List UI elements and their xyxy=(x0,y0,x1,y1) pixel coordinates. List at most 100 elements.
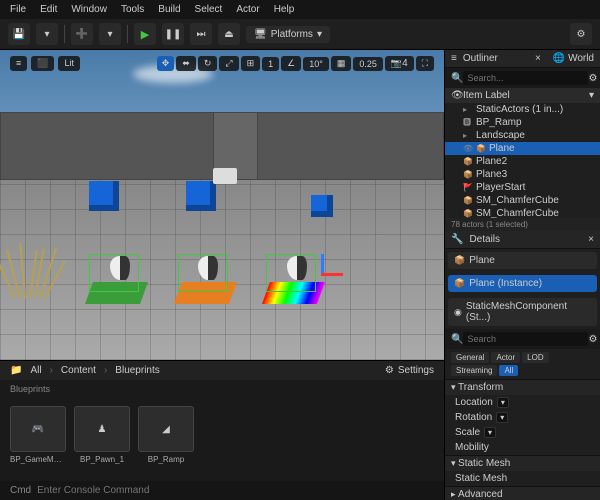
gear-icon[interactable]: ⚙ xyxy=(588,71,597,85)
transform-gizmo[interactable] xyxy=(307,256,337,286)
outliner-item[interactable]: 🅱BP_Ramp xyxy=(445,116,600,129)
angle-snap-value[interactable]: 10° xyxy=(303,57,329,71)
details-instance-row[interactable]: 📦 Plane (Instance) xyxy=(448,275,597,292)
outliner-item[interactable]: 📦Plane3 xyxy=(445,168,600,181)
viewport[interactable]: ≡ ⬛ Lit ✥ ⬌ ↻ ⤢ ⊞ 1 ∠ 10° ▦ 0.25 xyxy=(0,50,444,360)
filter-actor[interactable]: Actor xyxy=(491,352,520,363)
viewport-viewmode-button[interactable]: Lit xyxy=(58,56,80,71)
camera-speed-button[interactable]: 📷4 xyxy=(385,56,414,71)
outliner-icon: ≡ xyxy=(451,53,457,64)
close-icon[interactable]: × xyxy=(588,234,594,245)
asset-name: BP_Pawn_1 xyxy=(74,455,130,464)
rotation-dropdown[interactable]: ▾ xyxy=(496,412,508,423)
outliner-item[interactable]: 🚩PlayerStart xyxy=(445,181,600,194)
modes-button[interactable]: ▾ xyxy=(36,23,58,45)
rotate-tool-button[interactable]: ↻ xyxy=(198,56,218,71)
select-tool-button[interactable]: ✥ xyxy=(157,56,175,71)
play-button[interactable]: ▶ xyxy=(134,23,156,45)
prop-mobility: Mobility xyxy=(455,442,489,453)
details-header: 🔧 Details × xyxy=(445,231,600,249)
add-content-button[interactable]: ➕ xyxy=(71,23,93,45)
folder-label: Blueprints xyxy=(0,380,444,398)
menu-edit[interactable]: Edit xyxy=(40,4,57,15)
outliner-item[interactable]: ▸StaticActors (1 in...) xyxy=(445,103,600,116)
skip-button[interactable]: ⏭ xyxy=(190,23,212,45)
content-settings-button[interactable]: ⚙ Settings xyxy=(385,365,434,376)
section-static-mesh[interactable]: ▾ Static Mesh xyxy=(445,455,600,471)
menu-file[interactable]: File xyxy=(10,4,26,15)
pause-button[interactable]: ❚❚ xyxy=(162,23,184,45)
console-prefix: Cmd xyxy=(10,485,31,496)
angle-snap-toggle[interactable]: ∠ xyxy=(281,56,301,71)
blueprint-icon: 🎮 xyxy=(10,406,66,452)
scale-dropdown[interactable]: ▾ xyxy=(484,427,496,438)
asset-thumbnail[interactable]: 🎮 BP_GameMode_1 xyxy=(10,406,66,464)
outliner-column-label[interactable]: Item Label xyxy=(463,90,510,101)
close-icon[interactable]: × xyxy=(535,53,541,64)
scale-tool-button[interactable]: ⤢ xyxy=(219,56,238,71)
location-dropdown[interactable]: ▾ xyxy=(497,397,509,408)
outliner-item[interactable]: 📦SM_ChamferCube xyxy=(445,194,600,207)
asset-name: BP_Ramp xyxy=(138,455,194,464)
menu-tools[interactable]: Tools xyxy=(121,4,144,15)
filter-lod[interactable]: LOD xyxy=(522,352,548,363)
breadcrumb: 📁 All › Content › Blueprints ⚙ Settings xyxy=(0,361,444,380)
details-actor-name[interactable]: 📦 Plane xyxy=(448,252,597,269)
outliner-item[interactable]: ▸Landscape xyxy=(445,129,600,142)
platforms-label: Platforms xyxy=(271,29,313,40)
grid-snap-toggle[interactable]: ⊞ xyxy=(241,56,261,71)
section-advanced[interactable]: ▸ Advanced xyxy=(445,486,600,500)
details-search-input[interactable] xyxy=(463,332,588,346)
translate-tool-button[interactable]: ⬌ xyxy=(176,56,196,71)
main-toolbar: 💾 ▾ ➕ ▾ ▶ ❚❚ ⏭ ⏏ 🖥 Platforms ▾ ⚙ xyxy=(0,19,600,50)
prop-static-mesh: Static Mesh xyxy=(455,473,507,484)
console-input[interactable] xyxy=(37,485,434,496)
outliner-header: ≡ Outliner × 🌐 World xyxy=(445,50,600,68)
scale-snap-toggle[interactable]: ▦ xyxy=(331,56,352,71)
filter-all[interactable]: All xyxy=(499,365,518,376)
prop-scale: Scale xyxy=(455,427,480,438)
breadcrumb-root[interactable]: 📁 xyxy=(10,365,22,376)
breadcrumb-item[interactable]: Content xyxy=(61,365,96,376)
breadcrumb-item[interactable]: Blueprints xyxy=(115,365,159,376)
pawn-icon xyxy=(284,256,310,286)
details-component-row[interactable]: ◉ StaticMeshComponent (St...) xyxy=(448,298,597,326)
save-button[interactable]: 💾 xyxy=(8,23,30,45)
scale-snap-value[interactable]: 0.25 xyxy=(353,57,383,71)
scene-cube xyxy=(186,181,216,211)
outliner-item-selected[interactable]: 👁📦Plane xyxy=(445,142,600,155)
menu-actor[interactable]: Actor xyxy=(236,4,259,15)
filter-streaming[interactable]: Streaming xyxy=(451,365,497,376)
asset-thumbnail[interactable]: ♟ BP_Pawn_1 xyxy=(74,406,130,464)
menu-build[interactable]: Build xyxy=(158,4,180,15)
outliner-item[interactable]: 📦SM_ChamferCube xyxy=(445,207,600,218)
eject-button[interactable]: ⏏ xyxy=(218,23,240,45)
outliner-search-input[interactable] xyxy=(463,71,588,85)
menu-help[interactable]: Help xyxy=(274,4,295,15)
grid-snap-value[interactable]: 1 xyxy=(262,57,279,71)
scene-cube xyxy=(89,181,119,211)
section-transform[interactable]: ▾ Transform xyxy=(445,379,600,395)
camera-actor-icon xyxy=(213,168,237,184)
asset-thumbnail[interactable]: ◢ BP_Ramp xyxy=(138,406,194,464)
details-icon: 🔧 xyxy=(451,234,463,245)
content-browser: 📁 All › Content › Blueprints ⚙ Settings … xyxy=(0,360,444,500)
marketplace-button[interactable]: ▾ xyxy=(99,23,121,45)
search-icon: 🔍 xyxy=(451,71,463,85)
viewport-perspective-button[interactable]: ⬛ xyxy=(31,56,54,71)
viewport-maximize-button[interactable]: ⛶ xyxy=(416,56,434,71)
gear-icon: ⚙ xyxy=(385,365,394,376)
viewport-menu-button[interactable]: ≡ xyxy=(10,56,27,71)
settings-button[interactable]: ⚙ xyxy=(570,23,592,45)
menu-window[interactable]: Window xyxy=(71,4,107,15)
world-tab[interactable]: 🌐 World xyxy=(553,53,594,64)
breadcrumb-item[interactable]: All xyxy=(30,365,41,376)
menu-select[interactable]: Select xyxy=(195,4,223,15)
prop-rotation: Rotation xyxy=(455,412,492,423)
filter-general[interactable]: General xyxy=(451,352,489,363)
settings-label: Settings xyxy=(398,365,434,376)
gear-icon[interactable]: ⚙ xyxy=(588,332,597,346)
outliner-item[interactable]: 📦Plane2 xyxy=(445,155,600,168)
pawn-icon xyxy=(107,256,133,286)
platforms-dropdown[interactable]: 🖥 Platforms ▾ xyxy=(246,26,330,43)
